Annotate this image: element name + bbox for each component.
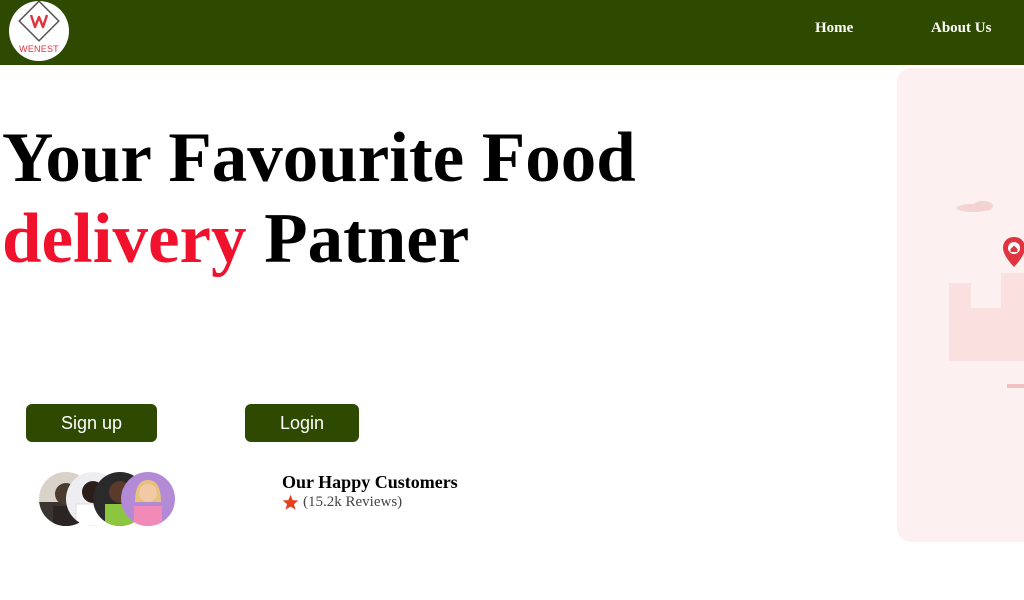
hero-title-rest: Patner xyxy=(264,200,470,278)
city-illustration-icon xyxy=(949,201,1024,388)
hero-title-line1: Your Favourite Food xyxy=(2,119,636,197)
nav-about-link[interactable]: About Us xyxy=(931,20,991,37)
top-navbar: WENEST Home About Us xyxy=(0,0,1024,65)
signup-button[interactable]: Sign up xyxy=(26,404,157,442)
login-button[interactable]: Login xyxy=(245,404,359,442)
customers-title: Our Happy Customers xyxy=(282,472,458,492)
nav-home-link[interactable]: Home xyxy=(815,20,853,37)
map-pin-icon xyxy=(1003,237,1024,267)
rating-row: (15.2k Reviews) xyxy=(282,494,402,511)
star-icon xyxy=(282,494,299,510)
hero-title-accent: delivery xyxy=(2,200,247,278)
brand-logo[interactable]: WENEST xyxy=(9,1,69,61)
delivery-illustration xyxy=(897,68,1024,542)
hero-title: Your Favourite Food delivery Patner xyxy=(2,118,636,280)
reviews-count: (15.2k Reviews) xyxy=(303,494,403,510)
customer-avatar xyxy=(121,472,175,526)
logo-text: WENEST xyxy=(19,44,59,54)
